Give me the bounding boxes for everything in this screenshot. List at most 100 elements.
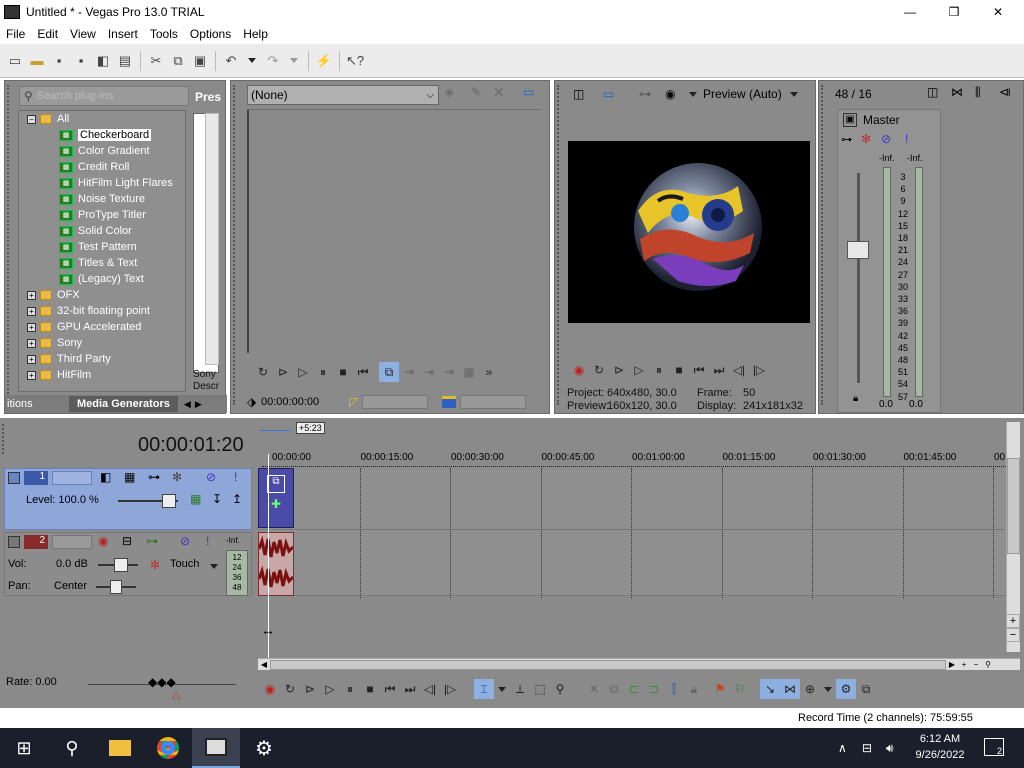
trimmer-add-icon[interactable]: ⧉ bbox=[379, 362, 399, 382]
expand-icon[interactable]: + bbox=[27, 306, 36, 316]
trimmer-monitor-icon[interactable]: ▭ bbox=[523, 85, 534, 99]
play-icon[interactable]: ▷ bbox=[293, 362, 313, 382]
stop-icon[interactable]: ■ bbox=[333, 362, 353, 382]
rate-slider-handle[interactable]: ◆◆◆ bbox=[148, 675, 176, 689]
play-from-start-icon[interactable]: ⊳ bbox=[609, 360, 629, 380]
split-screen-icon[interactable]: ⊶ bbox=[639, 87, 651, 101]
tree-item[interactable]: + Third Party bbox=[19, 351, 185, 367]
collapse-icon[interactable]: − bbox=[27, 114, 36, 124]
snapping-icon[interactable]: ⊕ bbox=[800, 679, 820, 699]
go-to-start-icon[interactable]: ⏮ bbox=[353, 362, 373, 382]
tree-item[interactable]: ▦ Color Gradient bbox=[19, 143, 185, 159]
chrome-icon[interactable] bbox=[144, 737, 192, 759]
zoom-edit-tool-icon[interactable]: ⚲ bbox=[550, 679, 570, 699]
stop-icon[interactable]: ■ bbox=[360, 679, 380, 699]
menu-help[interactable]: Help bbox=[237, 27, 274, 41]
snapping-dropdown-icon[interactable] bbox=[824, 686, 832, 692]
master-fx-icon[interactable]: ✻ bbox=[861, 132, 871, 146]
clock[interactable]: 6:12 AM 9/26/2022 bbox=[908, 731, 972, 763]
tab-scroll-left-icon[interactable]: ◀ bbox=[184, 399, 191, 410]
trim-start-icon[interactable]: ⊏ bbox=[624, 679, 644, 699]
play-from-start-icon[interactable]: ⊳ bbox=[273, 362, 293, 382]
copy-icon[interactable]: ⧉ bbox=[167, 50, 189, 72]
undo-dropdown-icon[interactable] bbox=[248, 58, 256, 63]
ignore-grouping-icon[interactable]: ⧉ bbox=[856, 679, 876, 699]
overlays-icon[interactable]: ◉ bbox=[665, 87, 675, 101]
whats-this-help-icon[interactable]: ↖? bbox=[344, 50, 366, 72]
zoom-tool-icon[interactable]: ⚲ bbox=[982, 660, 994, 669]
open-icon[interactable]: ▬ bbox=[26, 50, 48, 72]
expand-icon[interactable]: + bbox=[27, 354, 36, 364]
record-icon[interactable]: ◉ bbox=[260, 679, 280, 699]
stop-icon[interactable]: ■ bbox=[669, 360, 689, 380]
enable-snapping-icon[interactable]: ⚡ bbox=[313, 50, 335, 72]
tree-item[interactable]: ▦ HitFilm Light Flares bbox=[19, 175, 185, 191]
panel-grip[interactable] bbox=[233, 85, 237, 405]
presets-scrollbar[interactable] bbox=[205, 113, 219, 365]
trimmer-pin-icon[interactable]: ✎ bbox=[471, 85, 481, 99]
panel-grip[interactable] bbox=[557, 85, 561, 405]
master-bypass-icon[interactable]: ⊘ bbox=[881, 132, 891, 146]
tab-scroll-right-icon[interactable]: ▶ bbox=[195, 399, 202, 410]
normal-edit-tool-icon[interactable]: ⌶ bbox=[474, 679, 494, 699]
auto-crossfades-icon[interactable]: ⋈ bbox=[780, 679, 800, 699]
volume-icon[interactable]: 🔊︎ bbox=[886, 741, 894, 756]
menu-view[interactable]: View bbox=[64, 27, 102, 41]
tree-item[interactable]: ▦ (Legacy) Text bbox=[19, 271, 185, 287]
auto-ripple-icon[interactable]: ↘ bbox=[760, 679, 780, 699]
zoom-out-h-icon[interactable]: − bbox=[970, 660, 982, 669]
timeline-scrollbar-horizontal[interactable]: ◀ ▶ + − ⚲ bbox=[258, 658, 1020, 670]
settings-icon[interactable]: ⚙ bbox=[240, 736, 288, 761]
loop-icon[interactable]: ↻ bbox=[589, 360, 609, 380]
next-frame-icon[interactable]: |▷ bbox=[749, 360, 769, 380]
undo-icon[interactable]: ↶ bbox=[220, 50, 242, 72]
expand-icon[interactable]: + bbox=[27, 290, 36, 300]
maximize-button[interactable]: ❐ bbox=[944, 5, 964, 19]
lock-icon[interactable]: 🔒︎ bbox=[853, 393, 858, 404]
preview-settings-icon[interactable]: ◫ bbox=[573, 87, 584, 101]
go-to-end-icon[interactable]: ⏭ bbox=[709, 360, 729, 380]
trimmer-insert-icon[interactable]: ⇥ bbox=[399, 362, 419, 382]
show-hidden-icons-icon[interactable]: ∧ bbox=[838, 741, 847, 755]
expand-icon[interactable]: + bbox=[27, 338, 36, 348]
minimize-button[interactable]: — bbox=[900, 5, 920, 19]
master-mute-icon[interactable]: ▣ bbox=[843, 113, 857, 127]
tree-item[interactable]: + GPU Accelerated bbox=[19, 319, 185, 335]
search-input[interactable]: ⚲ Search plug-ins bbox=[19, 86, 189, 106]
cut-icon[interactable]: ✂ bbox=[145, 50, 167, 72]
scroll-right-icon[interactable]: ▶ bbox=[946, 660, 958, 669]
split-icon[interactable]: ⫿ bbox=[664, 679, 684, 699]
tree-item[interactable]: + OFX bbox=[19, 287, 185, 303]
expand-icon[interactable]: + bbox=[27, 322, 36, 332]
menu-tools[interactable]: Tools bbox=[144, 27, 184, 41]
dim-output-icon[interactable]: ⫼ bbox=[975, 85, 981, 100]
mixer-properties-icon[interactable]: ◫ bbox=[927, 85, 938, 99]
lock-event-icon[interactable]: 🔒︎ bbox=[684, 679, 704, 699]
record-icon[interactable]: ◉ bbox=[569, 360, 589, 380]
panel-grip[interactable] bbox=[7, 85, 11, 405]
new-icon[interactable]: ▭ bbox=[4, 50, 26, 72]
tree-item[interactable]: +32-bit floating point bbox=[19, 303, 185, 319]
zoom-in-icon[interactable]: + bbox=[1006, 614, 1020, 628]
video-frame[interactable] bbox=[568, 141, 810, 323]
insert-marker-icon[interactable]: ⚑ bbox=[710, 679, 730, 699]
pause-icon[interactable]: ⏸ bbox=[340, 679, 360, 699]
play-icon[interactable]: ▷ bbox=[629, 360, 649, 380]
redo-icon[interactable]: ↷ bbox=[262, 50, 284, 72]
go-to-start-icon[interactable]: ⏮ bbox=[380, 679, 400, 699]
go-to-start-icon[interactable]: ⏮ bbox=[689, 360, 709, 380]
master-insert-fx-icon[interactable]: ⊶ bbox=[841, 133, 852, 146]
tree-item[interactable]: ▦ Test Pattern bbox=[19, 239, 185, 255]
properties-icon[interactable]: ▤ bbox=[114, 50, 136, 72]
next-frame-icon[interactable]: |▷ bbox=[440, 679, 460, 699]
edit-tool-dropdown-icon[interactable] bbox=[498, 686, 506, 692]
tree-item[interactable]: ▦ ProType Titler bbox=[19, 207, 185, 223]
close-button[interactable]: ✕ bbox=[988, 5, 1008, 19]
downmix-icon[interactable]: ⋈ bbox=[951, 85, 963, 99]
expand-icon[interactable]: + bbox=[27, 370, 36, 380]
tree-item[interactable]: ▦ Titles & Text bbox=[19, 255, 185, 271]
preview-quality-dropdown[interactable]: Preview (Auto) bbox=[689, 87, 798, 101]
master-fader-handle[interactable] bbox=[847, 241, 869, 259]
trimmer-selection[interactable] bbox=[362, 395, 429, 409]
start-windows-icon[interactable]: ⊞ bbox=[0, 738, 48, 759]
